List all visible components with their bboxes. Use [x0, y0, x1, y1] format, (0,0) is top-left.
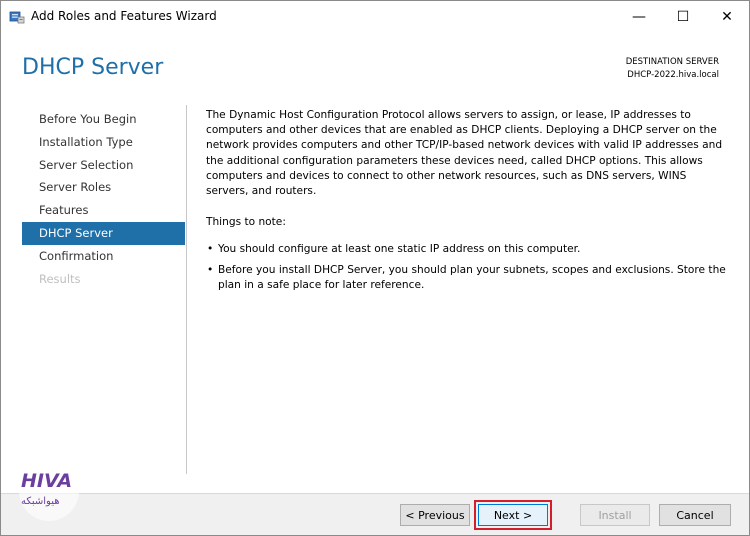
page-title: DHCP Server — [22, 55, 164, 80]
close-button[interactable]: ✕ — [705, 1, 749, 32]
wizard-window: Add Roles and Features Wizard — ☐ ✕ DHCP… — [0, 0, 750, 536]
notes-list: You should configure at least one static… — [206, 242, 726, 293]
destination-value: DHCP-2022.hiva.local — [627, 70, 719, 80]
cancel-button[interactable]: Cancel — [659, 504, 731, 526]
install-button: Install — [580, 504, 650, 526]
nav-item-server-roles[interactable]: Server Roles — [22, 176, 185, 199]
nav-item-features[interactable]: Features — [22, 199, 185, 222]
note-item: You should configure at least one static… — [206, 242, 726, 257]
nav-item-dhcp-server[interactable]: DHCP Server — [22, 221, 185, 245]
nav-item-installation-type[interactable]: Installation Type — [22, 131, 185, 154]
note-item: Before you install DHCP Server, you shou… — [206, 263, 726, 293]
maximize-button[interactable]: ☐ — [661, 1, 705, 32]
nav-item-confirmation[interactable]: Confirmation — [22, 245, 185, 268]
content-pane: The Dynamic Host Configuration Protocol … — [206, 108, 726, 298]
logo-tagline: هیواشبکه — [21, 496, 60, 507]
destination-server: DESTINATION SERVER DHCP-2022.hiva.local — [626, 56, 719, 82]
title-bar: Add Roles and Features Wizard — ☐ ✕ — [1, 1, 749, 32]
next-button-highlight — [474, 500, 552, 530]
description-text: The Dynamic Host Configuration Protocol … — [206, 109, 723, 198]
destination-label: DESTINATION SERVER — [625, 57, 719, 67]
logo-brand: HIVA — [21, 470, 72, 492]
nav-item-results: Results — [39, 271, 81, 286]
wizard-nav: Before You Begin Installation Type Serve… — [22, 108, 185, 290]
minimize-button[interactable]: — — [617, 1, 661, 32]
nav-item-before-you-begin[interactable]: Before You Begin — [22, 108, 185, 131]
window-title: Add Roles and Features Wizard — [31, 9, 217, 23]
server-manager-icon — [9, 9, 25, 24]
hiva-logo-watermark: HIVA هیواشبکه — [15, 461, 87, 521]
previous-button[interactable]: < Previous — [400, 504, 470, 526]
nav-divider — [186, 105, 187, 474]
nav-item-server-selection[interactable]: Server Selection — [22, 154, 185, 177]
notes-heading: Things to note: — [206, 216, 286, 229]
